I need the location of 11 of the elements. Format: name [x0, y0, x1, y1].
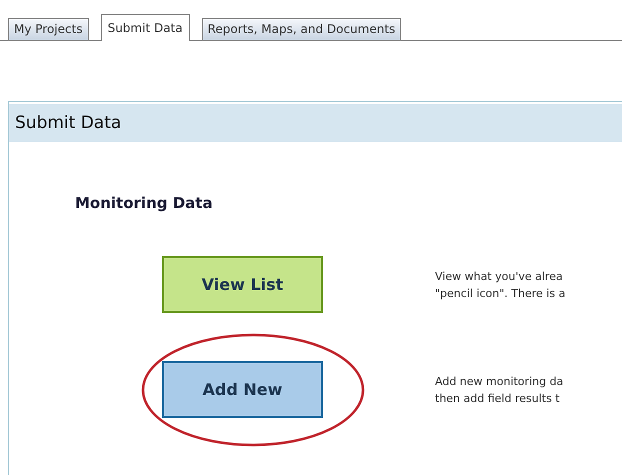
description-line: then add field results t	[435, 390, 561, 406]
tab[interactable]: Submit Data	[100, 14, 190, 41]
tab[interactable]: My Projects	[8, 18, 89, 40]
description-line: Add new monitoring da	[435, 374, 564, 390]
section-heading: Monitoring Data	[75, 194, 213, 212]
description-line: View what you've alrea	[435, 268, 564, 284]
tab[interactable]: Reports, Maps, and Documents	[202, 18, 402, 40]
add-button[interactable]: Add New	[162, 361, 323, 418]
panel-title: Submit Data	[15, 113, 122, 133]
description-line: "pencil icon". There is a	[435, 286, 566, 302]
view-button[interactable]: View List	[162, 256, 323, 313]
